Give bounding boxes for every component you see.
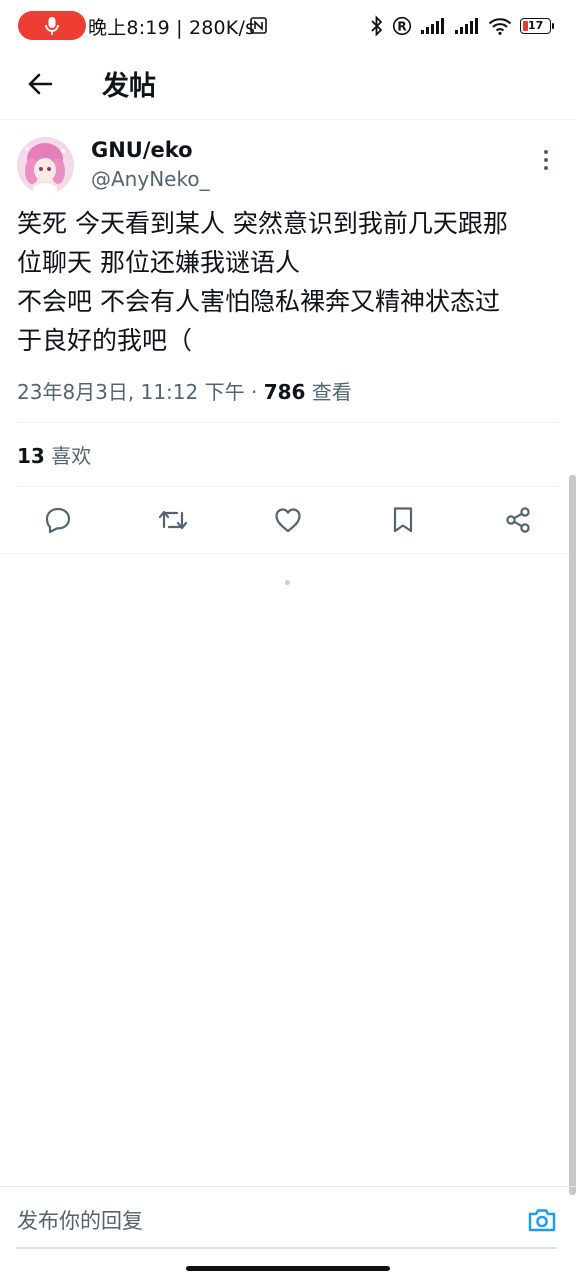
bluetooth-icon bbox=[371, 15, 383, 37]
tweet-actions bbox=[0, 498, 576, 542]
mic-recording-indicator[interactable] bbox=[18, 11, 86, 40]
status-icons: R 17 bbox=[370, 12, 554, 40]
registered-icon: R bbox=[392, 16, 412, 36]
nfc-icon bbox=[250, 17, 267, 34]
likes-count: 13 bbox=[17, 444, 45, 468]
scrollbar[interactable] bbox=[569, 475, 576, 1195]
user-handle[interactable]: @AnyNeko_ bbox=[91, 167, 210, 191]
signal-icon bbox=[455, 18, 478, 34]
tweet-text: 笑死 今天看到某人 突然意识到我前几天跟那 位聊天 那位还嫌我谜语人 不会吧 不… bbox=[17, 204, 557, 360]
battery-level-text: 17 bbox=[528, 19, 544, 32]
wifi-icon bbox=[488, 18, 512, 35]
divider bbox=[0, 553, 576, 554]
views-label: 查看 bbox=[305, 380, 352, 404]
share-button[interactable] bbox=[500, 502, 536, 538]
status-time-speed: 晚上8:19 | 280K/s bbox=[88, 17, 256, 39]
more-options-button[interactable] bbox=[536, 148, 556, 174]
status-bar: 晚上8:19 | 280K/s R 17 bbox=[0, 0, 576, 52]
tweet-text-line: 位聊天 那位还嫌我谜语人 bbox=[17, 248, 300, 277]
reply-icon bbox=[45, 507, 71, 534]
tweet-text-line: 于良好的我吧（ bbox=[17, 326, 193, 355]
tweet-date: 23年8月3日, 11:12 下午 · bbox=[17, 380, 264, 404]
arrow-left-icon bbox=[28, 73, 53, 95]
camera-icon bbox=[528, 1209, 556, 1232]
bookmark-button[interactable] bbox=[385, 502, 421, 538]
mic-icon bbox=[45, 17, 59, 35]
more-vertical-icon bbox=[544, 150, 548, 170]
share-icon bbox=[506, 507, 530, 533]
bookmark-icon bbox=[393, 507, 413, 533]
tweet-meta: 23年8月3日, 11:12 下午 · 786 查看 bbox=[17, 376, 352, 405]
reply-input-underline bbox=[17, 1247, 557, 1249]
battery-icon: 17 bbox=[520, 18, 554, 34]
tweet-text-line: 不会吧 不会有人害怕隐私裸奔又精神状态过 bbox=[17, 287, 500, 316]
like-icon bbox=[275, 508, 301, 533]
like-button[interactable] bbox=[270, 502, 306, 538]
divider bbox=[17, 486, 559, 487]
likes-label: 喜欢 bbox=[44, 444, 92, 468]
retweet-icon bbox=[158, 510, 188, 530]
loading-indicator bbox=[285, 580, 290, 585]
likes-stat[interactable]: 13 喜欢 bbox=[17, 440, 91, 469]
page-title: 发帖 bbox=[102, 71, 156, 102]
avatar-image bbox=[17, 137, 74, 194]
divider bbox=[17, 422, 559, 423]
home-indicator[interactable] bbox=[186, 1266, 390, 1271]
top-app-bar: 发帖 bbox=[0, 52, 576, 120]
back-button[interactable] bbox=[22, 66, 58, 102]
tweet-text-line: 笑死 今天看到某人 突然意识到我前几天跟那 bbox=[17, 209, 508, 238]
reply-button[interactable] bbox=[40, 502, 76, 538]
views-count: 786 bbox=[263, 380, 306, 404]
display-name[interactable]: GNU/eko bbox=[91, 138, 193, 162]
camera-button[interactable] bbox=[526, 1204, 558, 1236]
signal-icon bbox=[421, 18, 444, 34]
avatar[interactable] bbox=[17, 137, 74, 194]
reply-bar bbox=[0, 1186, 576, 1250]
svg-text:R: R bbox=[397, 20, 406, 34]
retweet-button[interactable] bbox=[155, 502, 191, 538]
reply-input[interactable] bbox=[17, 1195, 517, 1247]
